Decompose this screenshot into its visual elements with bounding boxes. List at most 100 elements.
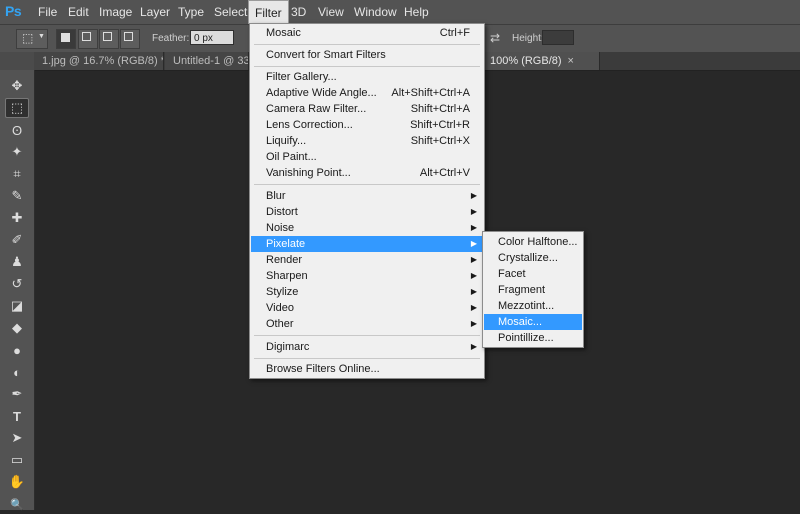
menu-item-video[interactable]: Video ▶	[251, 300, 483, 316]
menu-item-last-filter[interactable]: Mosaic Ctrl+F	[251, 25, 483, 41]
brush-tool[interactable]: ✐	[5, 230, 29, 250]
submenu-item-crystallize[interactable]: Crystallize...	[484, 250, 582, 266]
healing-brush-tool[interactable]: ✚	[5, 208, 29, 228]
chevron-down-icon: ▼	[38, 33, 45, 40]
menu-item-digimarc[interactable]: Digimarc ▶	[251, 339, 483, 355]
tab-document-1[interactable]: 1.jpg @ 16.7% (RGB/8) *×	[34, 52, 164, 70]
path-selection-icon: ➤	[11, 430, 23, 445]
menu-help[interactable]: Help	[398, 0, 435, 24]
move-tool[interactable]: ✥	[5, 76, 29, 96]
menu-item-convert-smart-filters[interactable]: Convert for Smart Filters	[251, 47, 483, 63]
intersect-selection-icon	[124, 32, 133, 41]
subtract-selection-button[interactable]	[99, 29, 119, 49]
history-brush-icon: ↺	[11, 276, 23, 291]
menu-layer[interactable]: Layer	[134, 0, 176, 24]
zoom-tool[interactable]: 🔍	[5, 494, 29, 514]
subtract-selection-icon	[103, 32, 112, 41]
submenu-arrow-icon: ▶	[470, 223, 477, 232]
lasso-icon: ʘ	[11, 122, 23, 138]
blur-tool[interactable]: ●	[5, 340, 29, 360]
menu-item-other[interactable]: Other ▶	[251, 316, 483, 332]
toolbar-header[interactable]	[0, 52, 34, 70]
crop-tool[interactable]: ⌗	[5, 164, 29, 184]
menu-item-label: Vanishing Point...	[266, 167, 351, 179]
menu-item-browse-filters-online[interactable]: Browse Filters Online...	[251, 361, 483, 377]
eraser-tool[interactable]: ◪	[5, 296, 29, 316]
menu-item-adaptive-wide-angle[interactable]: Adaptive Wide Angle... Alt+Shift+Ctrl+A	[251, 85, 483, 101]
tab-label: Untitled-1 @ 33.3	[173, 55, 249, 67]
menu-item-camera-raw-filter[interactable]: Camera Raw Filter... Shift+Ctrl+A	[251, 101, 483, 117]
feather-input[interactable]: 0 px	[190, 30, 234, 45]
menu-item-pixelate[interactable]: Pixelate ▶	[251, 236, 483, 252]
menu-type[interactable]: Type	[172, 0, 210, 24]
menu-file[interactable]: File	[32, 0, 63, 24]
submenu-item-color-halftone[interactable]: Color Halftone...	[484, 234, 582, 250]
intersect-selection-button[interactable]	[120, 29, 140, 49]
menu-item-distort[interactable]: Distort ▶	[251, 204, 483, 220]
menu-item-label: Pixelate	[266, 238, 306, 250]
dodge-tool[interactable]: ◐	[5, 362, 29, 382]
menu-item-blur[interactable]: Blur ▶	[251, 188, 483, 204]
menu-separator	[254, 358, 480, 359]
menu-separator	[254, 44, 480, 45]
tab-document-2[interactable]: Untitled-1 @ 33.3	[165, 52, 249, 70]
clone-stamp-tool[interactable]: ♟	[5, 252, 29, 272]
menu-item-shortcut: Alt+Ctrl+V	[419, 167, 470, 179]
pen-tool[interactable]: ✒	[5, 384, 29, 404]
menu-window[interactable]: Window	[348, 0, 403, 24]
menu-item-oil-paint[interactable]: Oil Paint...	[251, 149, 483, 165]
menu-item-vanishing-point[interactable]: Vanishing Point... Alt+Ctrl+V	[251, 165, 483, 181]
type-tool[interactable]: T	[5, 406, 29, 426]
menu-item-filter-gallery[interactable]: Filter Gallery...	[251, 69, 483, 85]
menu-select[interactable]: Select	[208, 0, 253, 24]
menu-item-label: Crystallize...	[498, 252, 558, 264]
tab-label: 1.jpg @ 16.7% (RGB/8) *	[42, 55, 164, 67]
menu-item-label: Adaptive Wide Angle...	[266, 87, 377, 99]
menu-item-render[interactable]: Render ▶	[251, 252, 483, 268]
menu-item-stylize[interactable]: Stylize ▶	[251, 284, 483, 300]
marquee-tool[interactable]: ⬚	[5, 98, 29, 118]
hand-tool[interactable]: ✋	[5, 472, 29, 492]
submenu-item-fragment[interactable]: Fragment	[484, 282, 582, 298]
menu-item-liquify[interactable]: Liquify... Shift+Ctrl+X	[251, 133, 483, 149]
menu-item-shortcut: Shift+Ctrl+R	[410, 119, 470, 131]
lasso-tool[interactable]: ʘ	[5, 120, 29, 140]
menu-filter[interactable]: Filter	[248, 0, 289, 24]
menu-item-shortcut: Ctrl+F	[439, 27, 470, 39]
menu-3d[interactable]: 3D	[285, 0, 312, 24]
eyedropper-tool[interactable]: ✎	[5, 186, 29, 206]
submenu-item-mezzotint[interactable]: Mezzotint...	[484, 298, 582, 314]
marquee-preset-icon: ⬚	[22, 31, 34, 45]
magic-wand-tool[interactable]: ✦	[5, 142, 29, 162]
history-brush-tool[interactable]: ↺	[5, 274, 29, 294]
tool-preset-picker[interactable]: ⬚ ▼	[16, 29, 48, 49]
menu-item-lens-correction[interactable]: Lens Correction... Shift+Ctrl+R	[251, 117, 483, 133]
menu-item-sharpen[interactable]: Sharpen ▶	[251, 268, 483, 284]
menu-item-label: Facet	[498, 268, 526, 280]
swap-icon[interactable]: ⇄	[490, 31, 500, 45]
tab-document-active[interactable]: 100% (RGB/8) ×	[484, 52, 600, 70]
menu-item-noise[interactable]: Noise ▶	[251, 220, 483, 236]
paint-bucket-tool[interactable]: ◆	[5, 318, 29, 338]
menu-item-label: Mezzotint...	[498, 300, 555, 312]
menu-item-label: Blur	[266, 190, 286, 202]
menu-view[interactable]: View	[312, 0, 350, 24]
close-icon[interactable]: ×	[568, 55, 574, 67]
submenu-item-mosaic[interactable]: Mosaic...	[484, 314, 582, 330]
clone-stamp-icon: ♟	[11, 254, 23, 269]
submenu-item-facet[interactable]: Facet	[484, 266, 582, 282]
submenu-arrow-icon: ▶	[470, 303, 477, 312]
submenu-item-pointillize[interactable]: Pointillize...	[484, 330, 582, 346]
menu-edit[interactable]: Edit	[62, 0, 95, 24]
menu-item-label: Sharpen	[266, 270, 308, 282]
new-selection-icon	[61, 33, 70, 42]
menu-item-label: Lens Correction...	[266, 119, 353, 131]
rectangle-tool[interactable]: ▭	[5, 450, 29, 470]
height-input[interactable]	[542, 30, 574, 45]
submenu-arrow-icon: ▶	[470, 239, 477, 248]
path-selection-tool[interactable]: ➤	[5, 428, 29, 448]
new-selection-button[interactable]	[56, 29, 76, 49]
add-selection-button[interactable]	[78, 29, 98, 49]
healing-brush-icon: ✚	[11, 210, 23, 225]
menu-image[interactable]: Image	[93, 0, 138, 24]
